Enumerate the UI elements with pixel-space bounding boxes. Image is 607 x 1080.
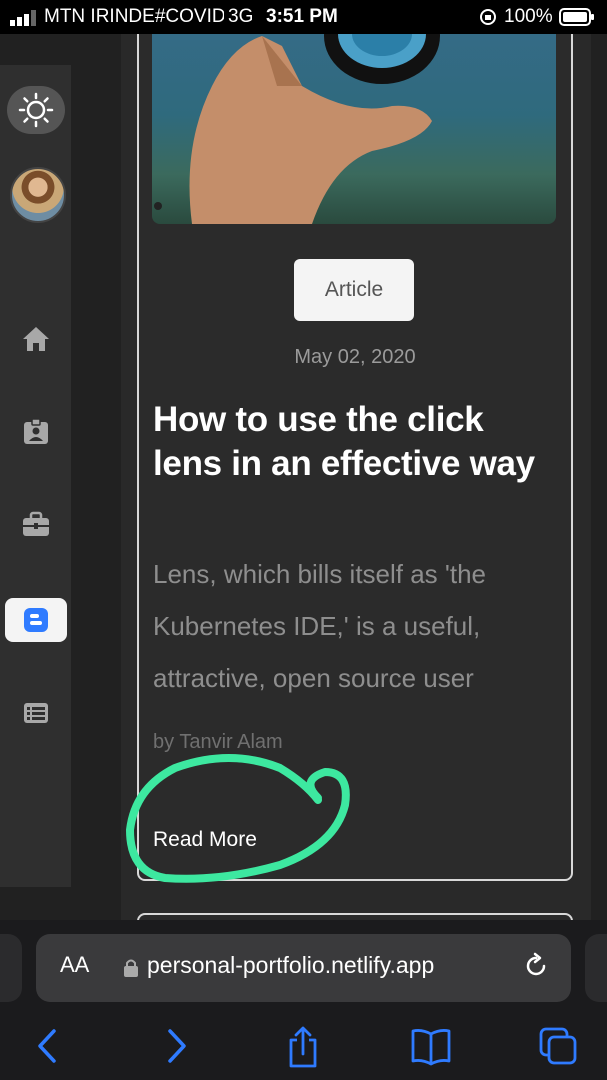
next-post-card [137, 913, 573, 920]
id-badge-icon [24, 418, 48, 444]
post-title[interactable]: How to use the click lens in an effectiv… [153, 398, 553, 486]
next-tab-preview[interactable] [585, 934, 607, 1002]
read-more-link[interactable]: Read More [153, 828, 257, 852]
forward-icon[interactable] [162, 1026, 192, 1071]
briefcase-icon [23, 511, 49, 536]
lock-icon [123, 958, 139, 983]
url-text[interactable]: personal-portfolio.netlify.app [147, 952, 507, 979]
sidebar [0, 65, 71, 887]
battery-percent: 100% [504, 6, 553, 27]
bookmarks-icon[interactable] [410, 1026, 452, 1071]
sidebar-item-about[interactable] [5, 410, 67, 454]
battery-icon [559, 8, 595, 32]
share-icon[interactable] [286, 1026, 320, 1073]
post-excerpt: Lens, which bills itself as 'the Kuberne… [153, 559, 487, 693]
blogger-icon [24, 608, 48, 632]
browser-toolbar [0, 1020, 607, 1070]
browser-bottom-bar: AA personal-portfolio.netlify.app [0, 920, 607, 1080]
previous-tab-preview[interactable] [0, 934, 22, 1002]
list-icon [24, 703, 48, 723]
carrier-name: MTN IRINDE#COVID [44, 6, 224, 27]
post-date: May 02, 2020 [294, 346, 416, 368]
back-icon[interactable] [32, 1026, 62, 1071]
sidebar-item-portfolio[interactable] [5, 502, 67, 546]
network-type: 3G [228, 6, 254, 27]
page-content: Article May 02, 2020 How to use the clic… [0, 34, 607, 920]
tabs-icon[interactable] [538, 1026, 578, 1071]
theme-toggle-button[interactable] [7, 86, 65, 134]
sidebar-item-home[interactable] [5, 317, 67, 361]
reload-icon[interactable] [522, 952, 550, 985]
home-icon [23, 327, 49, 351]
status-bar: MTN IRINDE#COVID 3G 3:51 PM 100% [0, 0, 607, 34]
sun-icon [18, 92, 54, 128]
address-bar[interactable]: AA personal-portfolio.netlify.app [36, 934, 571, 1002]
sidebar-item-blog[interactable] [5, 598, 67, 642]
signal-icon [10, 10, 40, 32]
post-image [152, 34, 556, 224]
reader-options-button[interactable]: AA [60, 952, 89, 978]
post-category-tag[interactable]: Article [294, 259, 414, 321]
clock: 3:51 PM [266, 6, 338, 27]
sidebar-item-resume[interactable] [5, 691, 67, 735]
avatar[interactable] [10, 167, 66, 223]
rotation-lock-icon [478, 7, 498, 33]
blog-post-card: Article May 02, 2020 How to use the clic… [137, 34, 573, 881]
post-author: by Tanvir Alam [153, 731, 283, 753]
